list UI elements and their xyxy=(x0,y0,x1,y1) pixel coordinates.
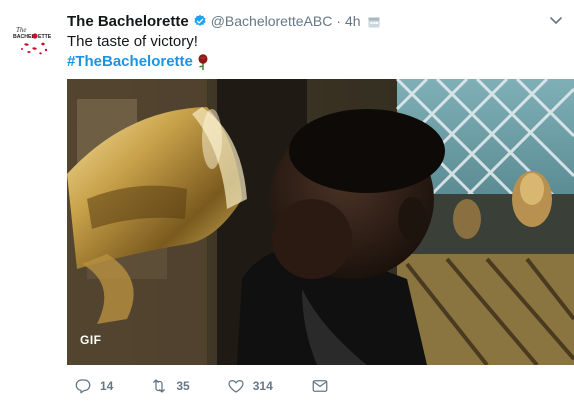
bachelorette-logo: The BACHEL ETTE xyxy=(10,10,60,60)
tweet-actions: 14 35 314 xyxy=(67,374,329,398)
tweet-header: The Bachelorette @BacheloretteABC · 4h xyxy=(67,11,534,31)
direct-message-icon xyxy=(312,380,328,392)
retweet-button[interactable]: 35 xyxy=(150,377,190,395)
svg-text:BACHEL: BACHEL xyxy=(13,34,35,40)
author-avatar[interactable]: The BACHEL ETTE xyxy=(10,10,60,60)
svg-text:ETTE: ETTE xyxy=(38,34,52,40)
tweet-hashtag-line: #TheBachelorette xyxy=(67,52,210,72)
gif-media[interactable]: GIF xyxy=(67,79,574,365)
reply-button[interactable]: 14 xyxy=(74,377,113,395)
reply-count: 14 xyxy=(100,379,114,393)
separator-dot: · xyxy=(336,13,341,29)
rose-emoji-icon xyxy=(196,54,210,70)
tweet-text: The taste of victory! xyxy=(67,33,198,50)
gif-scene-image xyxy=(67,79,574,365)
direct-message-button[interactable] xyxy=(311,377,329,395)
retweet-icon xyxy=(153,379,166,393)
author-handle[interactable]: @BacheloretteABC xyxy=(211,13,333,29)
author-name[interactable]: The Bachelorette xyxy=(67,13,189,30)
verified-badge-icon xyxy=(193,14,207,28)
gif-badge: GIF xyxy=(80,333,102,347)
reply-icon xyxy=(75,379,91,394)
calendar-icon xyxy=(368,15,380,28)
like-button[interactable]: 314 xyxy=(227,377,273,395)
hashtag-link[interactable]: #TheBachelorette xyxy=(67,52,193,72)
retweet-count: 35 xyxy=(176,379,190,393)
svg-text:The: The xyxy=(16,26,27,34)
timestamp[interactable]: 4h xyxy=(345,13,361,29)
chevron-down-icon[interactable] xyxy=(548,12,564,28)
heart-icon xyxy=(228,379,244,393)
like-count: 314 xyxy=(252,379,273,393)
